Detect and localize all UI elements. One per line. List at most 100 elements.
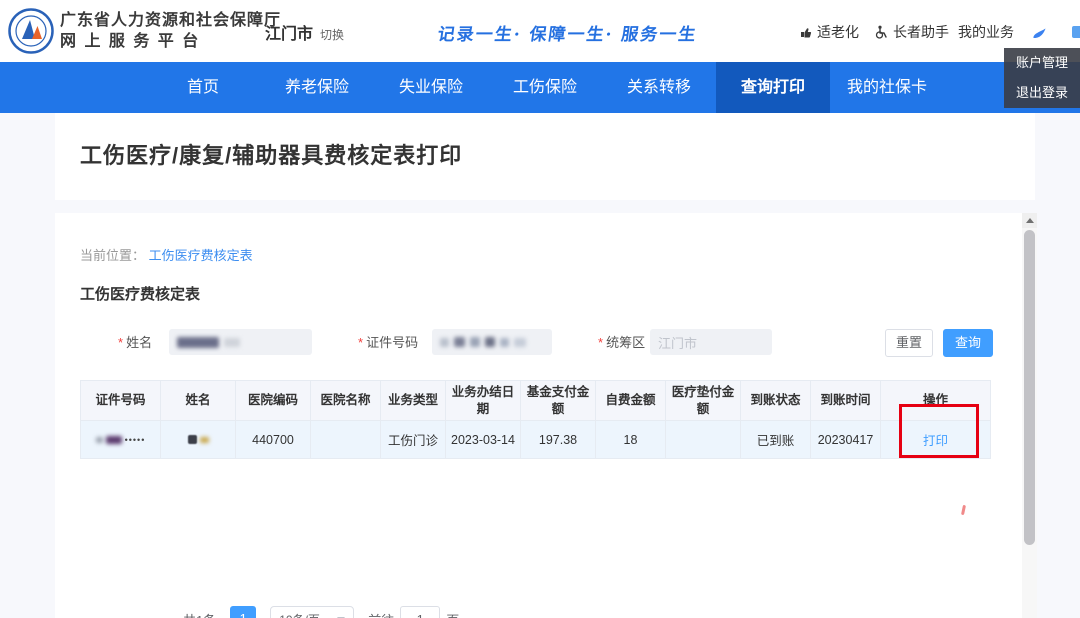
partial-icon[interactable]	[1072, 26, 1080, 38]
redacted-name	[200, 437, 209, 443]
id-input[interactable]	[432, 329, 552, 355]
main-nav: 首页 养老保险 失业保险 工伤保险 关系转移 查询打印 我的社保卡	[0, 62, 1080, 113]
col-business-type: 业务类型	[381, 381, 446, 421]
nav-home[interactable]: 首页	[146, 62, 260, 113]
region-field-label: *统筹区	[598, 330, 645, 356]
menu-item-account[interactable]: 账户管理	[1004, 48, 1080, 78]
cell-id: •••••	[81, 421, 161, 459]
name-input[interactable]	[169, 329, 312, 355]
id-field-label: *证件号码	[358, 330, 418, 356]
col-hospital-code: 医院编码	[236, 381, 311, 421]
brush-icon[interactable]	[1032, 27, 1048, 41]
id-label-text: 证件号码	[366, 335, 418, 350]
col-finish-date: 业务办结日期	[446, 381, 521, 421]
nav-unemployment[interactable]: 失业保险	[374, 62, 488, 113]
pagination-goto: 前往 页	[368, 606, 459, 618]
redacted-id	[96, 437, 103, 443]
title-band: 工伤医疗/康复/辅助器具费核定表打印	[55, 113, 1035, 200]
goto-page-input[interactable]	[400, 606, 440, 618]
required-mark: *	[358, 335, 363, 350]
user-dropdown-menu: 账户管理 退出登录	[1004, 48, 1080, 108]
region-value: 江门市	[658, 333, 697, 352]
section-title: 工伤医疗费核定表	[80, 283, 200, 304]
pagination-page-1[interactable]: 1	[230, 606, 256, 618]
required-mark: *	[118, 335, 123, 350]
my-business-link[interactable]: 我的业务	[958, 22, 1014, 42]
elder-mode-label: 适老化	[817, 22, 859, 42]
current-city: 江门市	[265, 20, 313, 44]
page-size-value: 10条/页	[279, 611, 320, 618]
redacted-id	[106, 436, 122, 444]
pagination-total: 共1条	[183, 610, 216, 618]
wheelchair-icon	[874, 25, 888, 39]
region-input[interactable]: 江门市	[650, 329, 772, 355]
goto-unit: 页	[446, 610, 459, 618]
name-field-label: *姓名	[118, 330, 152, 356]
redacted-name-value	[224, 338, 240, 347]
id-mask: •••••	[125, 435, 146, 445]
print-link[interactable]: 打印	[923, 434, 948, 448]
cell-hospital-code: 440700	[236, 421, 311, 459]
col-arrive-time: 到账时间	[811, 381, 881, 421]
org-name: 广东省人力资源和社会保障厅	[60, 10, 281, 31]
page-size-select[interactable]: 10条/页	[270, 606, 354, 618]
gov-logo-icon	[8, 8, 54, 54]
cell-finish-date: 2023-03-14	[446, 421, 521, 459]
scroll-up-button[interactable]	[1022, 213, 1037, 228]
col-arrive-status: 到账状态	[741, 381, 811, 421]
city-selector: 江门市 切换	[265, 20, 344, 44]
scrollbar-thumb[interactable]	[1024, 230, 1035, 545]
cell-name	[161, 421, 236, 459]
reset-button[interactable]: 重置	[885, 329, 933, 357]
col-id: 证件号码	[81, 381, 161, 421]
scroll-up-icon	[1026, 218, 1034, 223]
col-name: 姓名	[161, 381, 236, 421]
platform-name: 网 上 服 务 平 台	[60, 31, 281, 53]
nav-transfer[interactable]: 关系转移	[602, 62, 716, 113]
my-business-label: 我的业务	[958, 22, 1014, 42]
nav-pension[interactable]: 养老保险	[260, 62, 374, 113]
region-label-text: 统筹区	[606, 335, 645, 350]
elder-mode-icon	[799, 26, 812, 39]
site-header: 广东省人力资源和社会保障厅 网 上 服 务 平 台 江门市 切换 记录一生· 保…	[0, 0, 1080, 62]
cell-self-pay: 18	[596, 421, 666, 459]
table-row: ••••• 440700 工伤门诊 2023-03-14 197.38 1	[81, 421, 991, 459]
nav-query-print[interactable]: 查询打印	[716, 62, 830, 113]
redacted-id-value	[514, 338, 526, 347]
table-header-row: 证件号码 姓名 医院编码 医院名称 业务类型 业务办结日期 基金支付金额 自费金…	[81, 381, 991, 421]
cell-hospital-name	[311, 421, 381, 459]
elder-helper-label: 长者助手	[893, 22, 949, 42]
redacted-id-value	[454, 337, 465, 347]
breadcrumb-link[interactable]: 工伤医疗费核定表	[149, 248, 253, 263]
site-title: 广东省人力资源和社会保障厅 网 上 服 务 平 台	[60, 10, 281, 53]
nav-work-injury[interactable]: 工伤保险	[488, 62, 602, 113]
query-button[interactable]: 查询	[943, 329, 993, 357]
cell-fund-pay: 197.38	[521, 421, 596, 459]
elder-helper-link[interactable]: 长者助手	[874, 22, 949, 42]
col-hospital-name: 医院名称	[311, 381, 381, 421]
menu-item-logout[interactable]: 退出登录	[1004, 78, 1080, 108]
redacted-id-value	[485, 337, 495, 347]
cell-advance-pay	[666, 421, 741, 459]
col-fund-pay: 基金支付金额	[521, 381, 596, 421]
breadcrumb-label: 当前位置：	[80, 248, 145, 263]
col-action: 操作	[881, 381, 991, 421]
elder-mode-link[interactable]: 适老化	[799, 22, 859, 42]
breadcrumb: 当前位置： 工伤医疗费核定表	[80, 245, 253, 264]
cell-business-type: 工伤门诊	[381, 421, 446, 459]
redacted-id-value	[440, 338, 449, 347]
cell-action: 打印	[881, 421, 991, 459]
nav-social-card[interactable]: 我的社保卡	[830, 62, 944, 113]
redacted-id-value	[470, 337, 480, 347]
city-switch-link[interactable]: 切换	[320, 26, 344, 43]
goto-label: 前往	[368, 610, 394, 618]
pagination: 共1条 1 10条/页 前往 页	[183, 606, 459, 618]
redacted-name	[188, 435, 197, 444]
redacted-id-value	[500, 338, 509, 347]
site-slogan: 记录一生· 保障一生· 服务一生	[436, 20, 699, 45]
cell-arrive-status: 已到账	[741, 421, 811, 459]
cell-arrive-time: 20230417	[811, 421, 881, 459]
content-panel: 当前位置： 工伤医疗费核定表 工伤医疗费核定表 *姓名 *证件号码 *统筹区 江…	[55, 213, 1022, 618]
required-mark: *	[598, 335, 603, 350]
scrollbar[interactable]	[1022, 213, 1037, 618]
